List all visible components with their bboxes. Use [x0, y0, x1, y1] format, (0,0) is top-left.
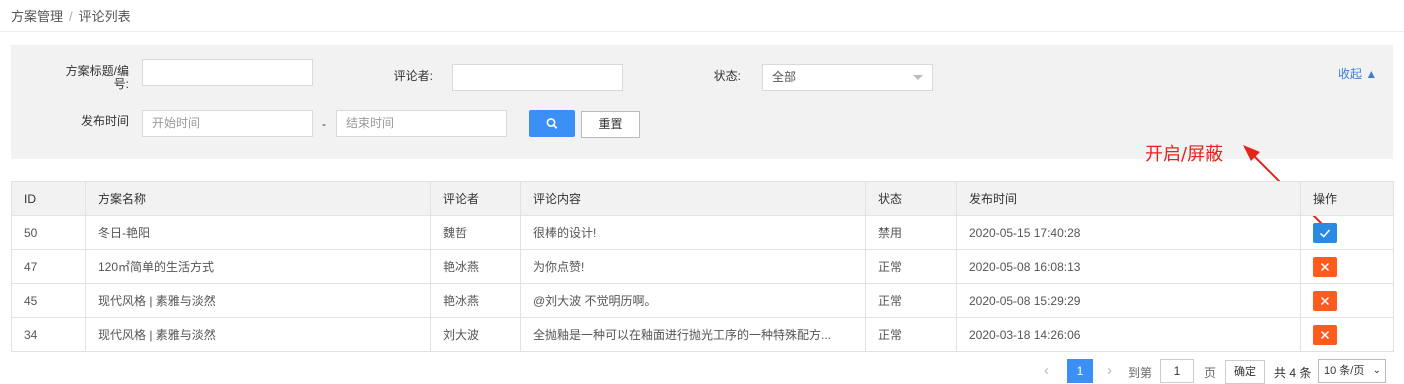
cell-status: 禁用: [865, 215, 957, 250]
date-separator: -: [322, 117, 326, 131]
cell-action: [1300, 317, 1394, 352]
col-reviewer-header: 评论者: [430, 181, 521, 216]
cell-status: 正常: [865, 249, 957, 284]
reviewer-label: 评论者:: [393, 69, 433, 83]
cell-status: 正常: [865, 283, 957, 318]
breadcrumb-separator: /: [69, 9, 73, 24]
end-date-input[interactable]: 结束时间: [336, 110, 507, 137]
chevron-down-icon: [913, 75, 923, 80]
start-date-input[interactable]: 开始时间: [142, 110, 313, 137]
cell-action: [1300, 283, 1394, 318]
next-page-icon[interactable]: ›: [1107, 362, 1112, 384]
status-selected-value: 全部: [772, 70, 797, 84]
close-icon: [1320, 296, 1330, 305]
disable-button[interactable]: [1313, 324, 1337, 345]
confirm-button[interactable]: 确定: [1225, 360, 1265, 384]
cell-name: 冬日-艳阳: [85, 215, 431, 250]
col-action-header: 操作: [1300, 181, 1394, 216]
col-time-header: 发布时间: [956, 181, 1301, 216]
cell-id: 45: [11, 283, 86, 318]
cell-time: 2020-05-15 17:40:28: [956, 215, 1301, 250]
table-row: 45 现代风格 | 素雅与淡然 艳冰燕 @刘大波 不觉明历啊。 正常 2020-…: [11, 283, 1394, 318]
cell-reviewer: 艳冰燕: [430, 283, 521, 318]
cell-id: 34: [11, 317, 86, 352]
cell-name: 现代风格 | 素雅与淡然: [85, 317, 431, 352]
cell-content: 为你点赞!: [520, 249, 866, 284]
cell-reviewer: 刘大波: [430, 317, 521, 352]
cell-time: 2020-05-08 15:29:29: [956, 283, 1301, 318]
search-icon: [546, 118, 558, 129]
goto-label: 到第: [1128, 366, 1153, 380]
page-size-value: 10 条/页: [1324, 365, 1365, 377]
disable-button[interactable]: [1313, 290, 1337, 311]
breadcrumb: 方案管理 / 评论列表: [11, 6, 131, 25]
cell-time: 2020-05-08 16:08:13: [956, 249, 1301, 284]
cell-reviewer: 魏哲: [430, 215, 521, 250]
cell-content: @刘大波 不觉明历啊。: [520, 283, 866, 318]
breadcrumb-current: 评论列表: [78, 9, 131, 24]
search-button[interactable]: [529, 110, 575, 137]
close-icon: [1320, 262, 1330, 271]
cell-id: 47: [11, 249, 86, 284]
cell-status: 正常: [865, 317, 957, 352]
status-select[interactable]: 全部: [762, 64, 933, 91]
page-size-select[interactable]: 10 条/页 ⌄: [1318, 359, 1386, 383]
cell-time: 2020-03-18 14:26:06: [956, 317, 1301, 352]
col-status-header: 状态: [865, 181, 957, 216]
title-label: 方案标题/编号:: [65, 64, 129, 91]
table-row: 47 120㎡简单的生活方式 艳冰燕 为你点赞! 正常 2020-05-08 1…: [11, 249, 1394, 284]
reviewer-input[interactable]: [452, 64, 623, 91]
cell-content: 很棒的设计!: [520, 215, 866, 250]
reset-button[interactable]: 重置: [581, 111, 640, 138]
prev-page-icon[interactable]: ‹: [1044, 362, 1049, 384]
col-content-header: 评论内容: [520, 181, 866, 216]
cell-action: [1300, 215, 1394, 250]
close-icon: [1320, 330, 1330, 339]
total-count: 共 4 条: [1274, 366, 1312, 380]
cell-action: [1300, 249, 1394, 284]
cell-name: 120㎡简单的生活方式: [85, 249, 431, 284]
page-unit-label: 页: [1204, 366, 1217, 380]
table-row: 50 冬日-艳阳 魏哲 很棒的设计! 禁用 2020-05-15 17:40:2…: [11, 215, 1394, 250]
col-name-header: 方案名称: [85, 181, 431, 216]
date-label: 发布时间: [80, 114, 129, 128]
annotation-label: 开启/屏蔽: [1145, 144, 1224, 165]
cell-id: 50: [11, 215, 86, 250]
collapse-toggle[interactable]: 收起 ▲: [1338, 65, 1377, 82]
chevron-down-icon: ⌄: [1372, 365, 1381, 376]
table-header-row: ID 方案名称 评论者 评论内容 状态 发布时间 操作: [11, 181, 1394, 216]
disable-button[interactable]: [1313, 256, 1337, 277]
breadcrumb-divider: [0, 31, 1404, 32]
cell-reviewer: 艳冰燕: [430, 249, 521, 284]
cell-name: 现代风格 | 素雅与淡然: [85, 283, 431, 318]
col-id-header: ID: [11, 181, 86, 216]
cell-content: 全抛釉是一种可以在釉面进行抛光工序的一种特殊配方...: [520, 317, 866, 352]
enable-button[interactable]: [1313, 222, 1337, 243]
goto-page-input[interactable]: 1: [1160, 359, 1194, 383]
table-row: 34 现代风格 | 素雅与淡然 刘大波 全抛釉是一种可以在釉面进行抛光工序的一种…: [11, 317, 1394, 352]
title-input[interactable]: [142, 59, 313, 86]
status-label: 状态:: [713, 69, 741, 83]
check-icon: [1319, 229, 1331, 238]
breadcrumb-parent[interactable]: 方案管理: [11, 9, 63, 24]
page-number-current[interactable]: 1: [1067, 359, 1093, 383]
comment-table: ID 方案名称 评论者 评论内容 状态 发布时间 操作 50 冬日-艳阳 魏哲 …: [11, 181, 1394, 352]
